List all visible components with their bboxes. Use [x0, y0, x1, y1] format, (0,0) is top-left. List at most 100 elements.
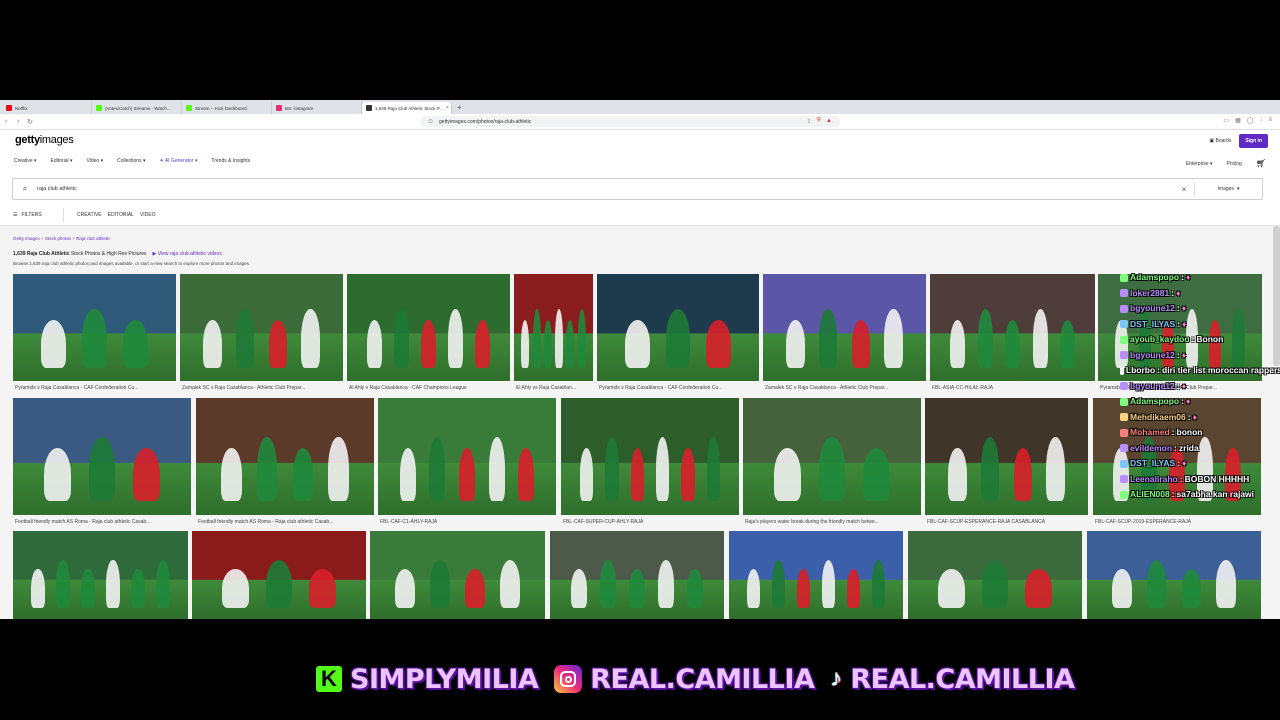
signin-button[interactable]: Sign in: [1239, 134, 1268, 148]
search-input[interactable]: [37, 186, 1174, 192]
breadcrumb: Getty Images > Stock photos > Raja club …: [13, 236, 110, 241]
boards-link[interactable]: ▣ Boards: [1209, 138, 1231, 144]
image-thumbnail[interactable]: [180, 274, 343, 381]
image-thumbnail[interactable]: [192, 531, 366, 619]
image-thumbnail[interactable]: [925, 398, 1088, 515]
pricing-link[interactable]: Pricing: [1227, 161, 1242, 167]
chat-username[interactable]: ALIEN008: [1130, 487, 1170, 503]
close-tab-icon[interactable]: ×: [446, 105, 449, 111]
image-caption[interactable]: Zamalek SC v Raja Casablanca - Athletic …: [765, 385, 924, 391]
forward-icon[interactable]: ›: [12, 118, 24, 125]
filters-button[interactable]: ☰ FILTERS: [13, 212, 63, 218]
view-videos-link[interactable]: ▶ View raja club athletic videos: [152, 251, 221, 257]
filter-tab[interactable]: CREATIVE: [77, 212, 102, 218]
cart-icon[interactable]: 🛒︎: [1256, 159, 1266, 168]
chat-username[interactable]: Leenaliraho: [1130, 472, 1178, 488]
image-thumbnail[interactable]: [561, 398, 739, 515]
sidebar-icon[interactable]: ▭: [1223, 117, 1229, 124]
image-thumbnail[interactable]: [729, 531, 903, 619]
filter-tab[interactable]: VIDEO: [140, 212, 156, 218]
clear-search-icon[interactable]: ×: [1174, 185, 1194, 194]
image-caption[interactable]: Pyramids v Raja Casablanca - CAF Confede…: [599, 385, 757, 391]
image-thumbnail[interactable]: [370, 531, 545, 619]
nav-item[interactable]: Video ▾: [87, 158, 104, 164]
image-thumbnail[interactable]: [347, 274, 510, 381]
image-caption[interactable]: Football friendly match AS Roma - Raja c…: [15, 519, 189, 525]
browser-tab[interactable]: 1,639 Raja Club Athletic Stock P... ×: [362, 102, 452, 114]
image-thumbnail[interactable]: [908, 531, 1082, 619]
results-heading: 1,639 Raja Club Athletic Stock Photos & …: [13, 251, 222, 257]
browser-tab[interactable]: BS: instagram: [272, 102, 362, 114]
breadcrumb-link[interactable]: Stock photos: [45, 236, 71, 241]
chat-username[interactable]: bgyoune12: [1130, 301, 1175, 317]
download-icon[interactable]: ↓: [1259, 117, 1262, 124]
chat-username[interactable]: Mehdikaem06: [1130, 410, 1186, 426]
image-thumbnail[interactable]: [514, 274, 593, 381]
image-caption[interactable]: FBL-CAF-SCUP-ESPERANCE-RAJA CASABLANCA: [927, 519, 1086, 525]
image-caption[interactable]: Football friendly match AS Roma - Raja c…: [198, 519, 372, 525]
image-caption[interactable]: FBL-ASIA-CC-HILAL-RAJA: [932, 385, 1093, 391]
image-thumbnail[interactable]: [196, 398, 374, 515]
image-caption[interactable]: FBL-CAF-SCUP-2019-ESPERANCE-RAJA: [1095, 519, 1259, 525]
image-thumbnail[interactable]: [1087, 531, 1261, 619]
extensions-icon[interactable]: ▦: [1235, 117, 1241, 124]
image-caption[interactable]: El Ahly vs Raja Casablan...: [516, 385, 591, 391]
browser-tab[interactable]: Netflix: [2, 102, 92, 114]
chat-message: Mohamed: bonon: [1120, 425, 1280, 441]
url-field[interactable]: ⊙ gettyimages.com/photos/raja-club-athle…: [420, 116, 840, 127]
chat-username[interactable]: bgyoune12: [1130, 379, 1175, 395]
chat-badge-icon: [1120, 351, 1128, 360]
nav-item[interactable]: Collections ▾: [117, 158, 145, 164]
chat-username[interactable]: DST_ILYAS: [1130, 456, 1175, 472]
menu-icon[interactable]: ≡: [1268, 117, 1272, 124]
image-caption[interactable]: Raja's players water break during the fr…: [745, 519, 919, 525]
share-icon[interactable]: ⇪: [807, 118, 812, 125]
chat-username[interactable]: Adamspopo: [1130, 270, 1179, 286]
site-info-icon[interactable]: ⊙: [428, 118, 433, 125]
reload-icon[interactable]: ↻: [24, 118, 36, 126]
image-caption[interactable]: FBL-CAF-C1-AHLY-RAJA: [380, 519, 554, 525]
search-scope-select[interactable]: Images ▾: [1194, 182, 1262, 196]
new-tab-icon[interactable]: +: [452, 102, 467, 114]
chat-username[interactable]: evildemon: [1130, 441, 1172, 457]
shield-icon[interactable]: ⛨: [817, 118, 822, 125]
image-thumbnail[interactable]: [378, 398, 556, 515]
alert-icon[interactable]: ▲: [826, 118, 832, 125]
chat-username[interactable]: bgyoune12: [1130, 348, 1175, 364]
chat-username[interactable]: loker2881: [1130, 286, 1169, 302]
player-figure: [555, 309, 564, 369]
image-caption[interactable]: Zamalek SC v Raja Casablanca - Athletic …: [182, 385, 341, 391]
image-thumbnail[interactable]: [930, 274, 1095, 381]
chat-username[interactable]: Adamspopo: [1130, 394, 1179, 410]
player-figure: [122, 320, 148, 369]
chat-username[interactable]: Mohamed: [1130, 425, 1170, 441]
image-thumbnail[interactable]: [743, 398, 921, 515]
image-caption[interactable]: Pyramids v Raja Casablanca - CAF Confede…: [15, 385, 174, 391]
getty-logo[interactable]: gettyimages: [15, 134, 74, 146]
chat-username[interactable]: DST_ILYAS: [1130, 317, 1175, 333]
filter-tab[interactable]: EDITORIAL: [108, 212, 134, 218]
nav-item[interactable]: Creative ▾: [14, 158, 37, 164]
image-caption[interactable]: Al Ahly v Raja Casablanca - CAF Champion…: [349, 385, 508, 391]
nav-item[interactable]: Editorial ▾: [51, 158, 73, 164]
search-icon[interactable]: ⌕: [13, 184, 37, 194]
breadcrumb-link[interactable]: Getty Images: [13, 236, 40, 241]
enterprise-link[interactable]: Enterprise ▾: [1186, 161, 1213, 167]
image-thumbnail[interactable]: [13, 274, 176, 381]
image-thumbnail[interactable]: [13, 531, 188, 619]
image-thumbnail[interactable]: [763, 274, 926, 381]
back-icon[interactable]: ‹: [0, 118, 12, 125]
breadcrumb-link[interactable]: Raja club athletic: [76, 236, 110, 241]
profile-icon[interactable]: ◯: [1247, 117, 1254, 124]
image-thumbnail[interactable]: [550, 531, 724, 619]
nav-item[interactable]: Trends & Insights: [211, 158, 250, 164]
chat-username[interactable]: Lborbo: [1126, 363, 1155, 379]
nav-item[interactable]: ✦ AI Generator ▾: [160, 158, 198, 164]
player-figure: [309, 568, 336, 609]
image-thumbnail[interactable]: [597, 274, 759, 381]
image-caption[interactable]: FBL-CAF-SUPER-CUP-AHLY-RAJA: [563, 519, 737, 525]
browser-tab[interactable]: Stream -- Kick Dashboard: [182, 102, 272, 114]
browser-tab[interactable]: (Votes/Catch) Streams - Watch...: [92, 102, 182, 114]
image-thumbnail[interactable]: [13, 398, 191, 515]
chat-username[interactable]: ayoub_kaydoo: [1130, 332, 1190, 348]
